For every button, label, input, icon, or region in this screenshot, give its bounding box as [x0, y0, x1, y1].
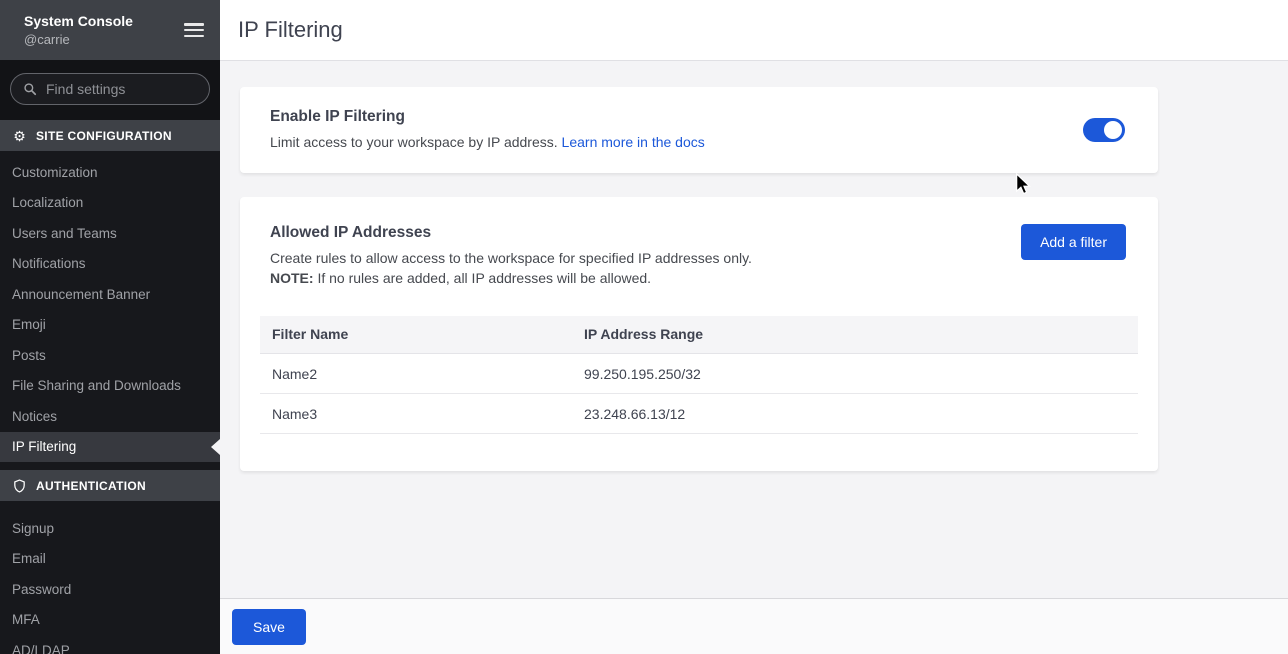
sidebar-item-ad-ldap[interactable]: AD/LDAP: [0, 635, 220, 654]
sidebar-item-emoji[interactable]: Emoji: [0, 310, 220, 341]
enable-ip-filtering-card: Enable IP Filtering Limit access to your…: [240, 87, 1158, 173]
gear-icon: ⚙: [12, 129, 27, 143]
sidebar-item-users-and-teams[interactable]: Users and Teams: [0, 218, 220, 249]
ip-filters-table: Filter Name IP Address Range Name2 99.25…: [260, 316, 1138, 435]
authentication-nav: Signup Email Password MFA AD/LDAP: [0, 501, 220, 654]
learn-more-link[interactable]: Learn more in the docs: [562, 134, 705, 150]
table-row[interactable]: Name2 99.250.195.250/32: [260, 354, 1138, 394]
page-header: IP Filtering: [220, 0, 1288, 61]
sidebar-item-notices[interactable]: Notices: [0, 401, 220, 432]
allowed-ip-addresses-note: NOTE: If no rules are added, all IP addr…: [270, 268, 752, 288]
sidebar-item-password[interactable]: Password: [0, 574, 220, 605]
allowed-ip-addresses-title: Allowed IP Addresses: [270, 224, 752, 242]
sidebar-item-posts[interactable]: Posts: [0, 340, 220, 371]
current-user: @carrie: [24, 31, 133, 49]
search-placeholder: Find settings: [46, 81, 125, 97]
system-console-app: System Console @carrie Find settings ⚙ S…: [0, 0, 1288, 654]
shield-icon: [12, 478, 27, 494]
allowed-ip-addresses-header: Allowed IP Addresses Create rules to all…: [260, 224, 1138, 289]
sidebar-item-file-sharing-and-downloads[interactable]: File Sharing and Downloads: [0, 371, 220, 402]
note-label: NOTE:: [270, 270, 314, 286]
sidebar-item-mfa[interactable]: MFA: [0, 605, 220, 636]
sidebar-header-text: System Console @carrie: [24, 12, 133, 48]
main-panel: IP Filtering Enable IP Filtering Limit a…: [220, 0, 1288, 654]
enable-ip-filtering-toggle[interactable]: [1083, 118, 1125, 142]
save-bar: Save: [220, 598, 1288, 654]
search-icon: [23, 82, 37, 96]
enable-ip-filtering-description: Limit access to your workspace by IP add…: [270, 132, 705, 152]
save-button[interactable]: Save: [232, 609, 306, 645]
site-configuration-nav: Customization Localization Users and Tea…: [0, 151, 220, 470]
allowed-ip-addresses-description: Create rules to allow access to the work…: [270, 248, 752, 268]
ip-range-cell: 99.250.195.250/32: [572, 354, 1138, 394]
column-header-ip-address-range: IP Address Range: [572, 316, 1138, 354]
settings-content: Enable IP Filtering Limit access to your…: [220, 61, 1288, 598]
note-text: If no rules are added, all IP addresses …: [314, 270, 652, 286]
section-header-site-configuration: ⚙ SITE CONFIGURATION: [0, 120, 220, 151]
allowed-ip-addresses-card: Allowed IP Addresses Create rules to all…: [240, 197, 1158, 471]
table-header-row: Filter Name IP Address Range: [260, 316, 1138, 354]
enable-ip-filtering-text: Enable IP Filtering Limit access to your…: [270, 108, 705, 152]
column-header-filter-name: Filter Name: [260, 316, 572, 354]
ip-range-cell: 23.248.66.13/12: [572, 394, 1138, 434]
sidebar-item-localization[interactable]: Localization: [0, 188, 220, 219]
section-label: SITE CONFIGURATION: [36, 129, 172, 143]
section-label: AUTHENTICATION: [36, 479, 146, 493]
table-row[interactable]: Name3 23.248.66.13/12: [260, 394, 1138, 434]
search-input[interactable]: Find settings: [10, 73, 210, 105]
sidebar-search-section: Find settings: [0, 60, 220, 120]
sidebar-item-email[interactable]: Email: [0, 544, 220, 575]
sidebar-item-notifications[interactable]: Notifications: [0, 249, 220, 280]
page-title: IP Filtering: [238, 17, 343, 43]
filter-name-cell: Name3: [260, 394, 572, 434]
filter-name-cell: Name2: [260, 354, 572, 394]
sidebar-item-announcement-banner[interactable]: Announcement Banner: [0, 279, 220, 310]
sidebar: System Console @carrie Find settings ⚙ S…: [0, 0, 220, 654]
toggle-knob: [1104, 121, 1122, 139]
hamburger-menu-icon[interactable]: [184, 23, 204, 37]
console-title: System Console: [24, 12, 133, 31]
section-header-authentication: AUTHENTICATION: [0, 470, 220, 501]
sidebar-item-customization[interactable]: Customization: [0, 157, 220, 188]
sidebar-item-ip-filtering[interactable]: IP Filtering: [0, 432, 220, 463]
allowed-ip-addresses-text: Allowed IP Addresses Create rules to all…: [270, 224, 752, 289]
sidebar-item-signup[interactable]: Signup: [0, 513, 220, 544]
sidebar-header: System Console @carrie: [0, 0, 220, 60]
enable-ip-filtering-title: Enable IP Filtering: [270, 108, 705, 126]
description-text: Limit access to your workspace by IP add…: [270, 134, 562, 150]
add-a-filter-button[interactable]: Add a filter: [1021, 224, 1126, 260]
